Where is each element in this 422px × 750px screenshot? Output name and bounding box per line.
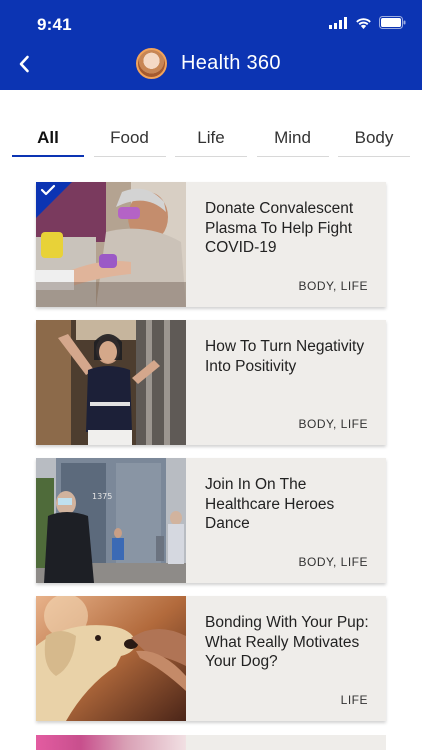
article-title: Join In On The Healthcare Heroes Dance xyxy=(205,476,335,532)
article-title: How To Turn Negativity Into Positivity xyxy=(205,338,365,375)
tab-life[interactable]: Life xyxy=(175,128,247,157)
chevron-left-icon xyxy=(19,55,29,73)
article-image-positivity xyxy=(36,320,186,445)
check-icon xyxy=(40,184,56,196)
article-card-partial[interactable] xyxy=(36,735,386,750)
tab-body[interactable]: Body xyxy=(338,128,410,157)
app-header: 9:41 Health 360 xyxy=(0,0,422,90)
page-title: Health 360 xyxy=(181,52,281,74)
signal-icon xyxy=(329,16,347,29)
battery-icon xyxy=(379,16,406,29)
wifi-icon xyxy=(356,17,371,29)
article-image-heroes-dance: 1375 xyxy=(36,458,186,583)
avatar[interactable] xyxy=(136,48,167,79)
article-title: Donate Convalescent Plasma To Help Fight… xyxy=(205,200,354,256)
header-title-group: Health 360 xyxy=(136,48,281,79)
article-card[interactable]: 1375 Join In On The Healthcare Heroes Da… xyxy=(36,458,386,583)
article-tags: LIFE xyxy=(340,693,368,707)
article-tags: BODY, LIFE xyxy=(298,555,368,569)
tab-food[interactable]: Food xyxy=(93,128,166,157)
tab-all[interactable]: All xyxy=(12,128,84,157)
tab-mind[interactable]: Mind xyxy=(256,128,329,157)
article-card[interactable]: Donate Convalescent Plasma To Help Fight… xyxy=(36,182,386,307)
article-tags: BODY, LIFE xyxy=(298,417,368,431)
status-time: 9:41 xyxy=(37,15,72,34)
article-tags: BODY, LIFE xyxy=(298,279,368,293)
category-tabs: All Food Life Mind Body xyxy=(12,128,410,157)
article-card[interactable]: How To Turn Negativity Into Positivity B… xyxy=(36,320,386,445)
svg-text:1375: 1375 xyxy=(92,492,112,501)
article-title: Bonding With Your Pup: What Really Motiv… xyxy=(205,614,369,670)
article-card[interactable]: Bonding With Your Pup: What Really Motiv… xyxy=(36,596,386,721)
back-button[interactable] xyxy=(10,50,38,78)
article-image-partial xyxy=(36,735,186,750)
article-image-dog xyxy=(36,596,186,721)
status-icons xyxy=(329,16,406,29)
